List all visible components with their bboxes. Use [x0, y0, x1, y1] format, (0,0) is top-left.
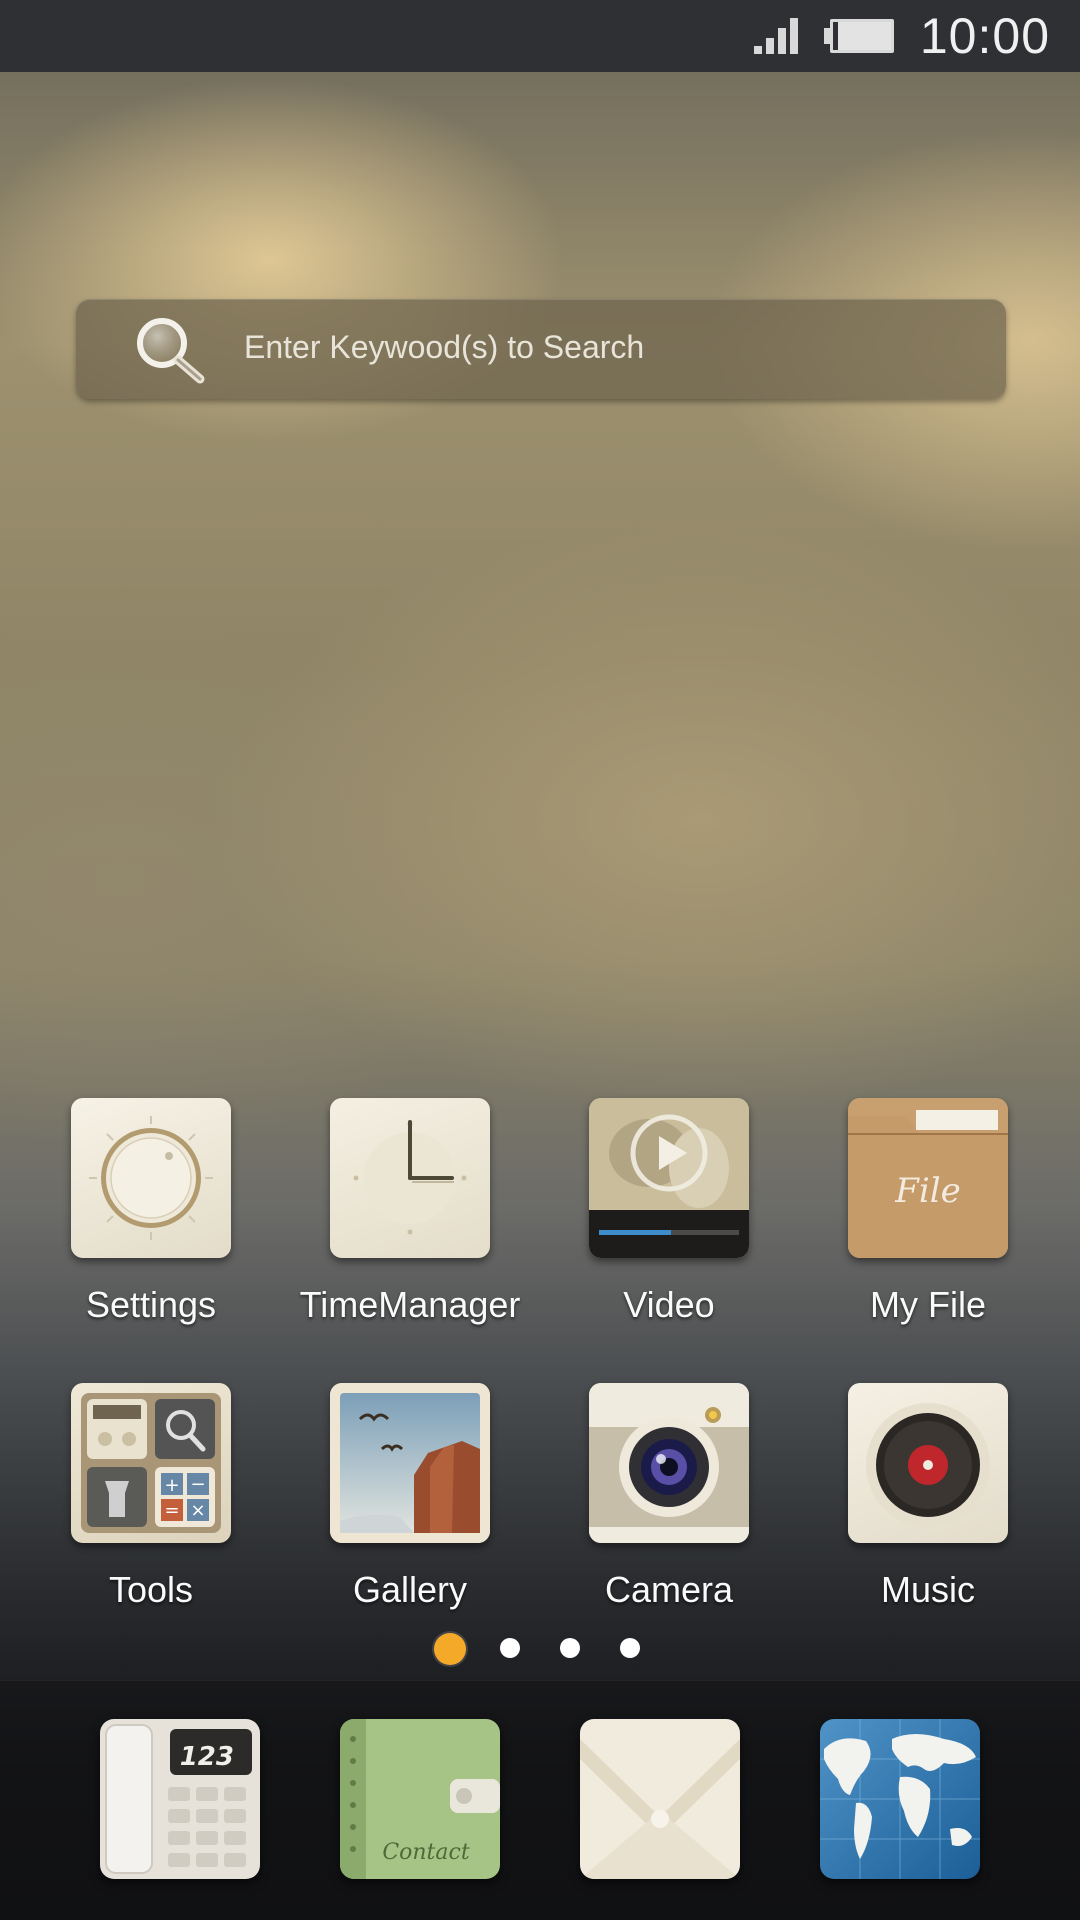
clock-icon: [330, 1098, 490, 1258]
app-timemanager[interactable]: TimeManager: [280, 1098, 540, 1326]
gallery-icon: [330, 1383, 490, 1543]
envelope-icon[interactable]: [580, 1719, 740, 1879]
battery-icon: [823, 19, 894, 53]
app-camera[interactable]: Camera: [539, 1383, 799, 1611]
contacts-icon-text: Contact: [382, 1840, 470, 1865]
app-label: Music: [880, 1569, 975, 1610]
app-label: Video: [623, 1284, 715, 1325]
app-label: My File: [870, 1284, 986, 1325]
phone-icon-text: 123: [180, 1742, 234, 1772]
app-gallery[interactable]: Gallery: [280, 1383, 540, 1611]
contacts-icon[interactable]: Contact: [340, 1719, 500, 1879]
app-video[interactable]: Video: [539, 1098, 799, 1326]
page-dot-1[interactable]: [434, 1633, 466, 1665]
status-bar: 10:00: [0, 0, 1080, 72]
app-label: TimeManager: [299, 1284, 521, 1325]
video-icon: [589, 1098, 749, 1258]
app-my-file[interactable]: File My File: [798, 1098, 1058, 1326]
app-label: Tools: [108, 1569, 194, 1610]
signal-icon: [753, 18, 798, 54]
search-icon: [137, 318, 205, 384]
svg-text:×: ×: [190, 1500, 205, 1521]
settings-icon: [71, 1098, 231, 1258]
folder-icon: File: [848, 1098, 1008, 1258]
status-time: 10:00: [919, 8, 1050, 64]
folder-icon-text: File: [894, 1171, 960, 1211]
globe-icon[interactable]: [820, 1719, 980, 1879]
page-dot-4[interactable]: [620, 1638, 640, 1658]
search-bar[interactable]: Enter Keywood(s) to Search: [76, 299, 1006, 399]
app-label: Camera: [604, 1569, 734, 1610]
search-input[interactable]: Enter Keywood(s) to Search: [244, 329, 644, 366]
app-label: Gallery: [352, 1569, 468, 1610]
page-dot-2[interactable]: [500, 1638, 520, 1658]
phone-icon[interactable]: 123: [100, 1719, 260, 1879]
svg-text:+: +: [164, 1475, 179, 1496]
app-music[interactable]: Music: [798, 1383, 1058, 1611]
tools-icon: + − = ×: [71, 1383, 231, 1543]
svg-text:=: =: [164, 1500, 179, 1521]
svg-text:−: −: [190, 1474, 205, 1495]
page-indicator: [0, 1633, 1080, 1665]
page-dot-3[interactable]: [560, 1638, 580, 1658]
app-label: Settings: [85, 1284, 217, 1325]
app-settings[interactable]: Settings: [21, 1098, 281, 1326]
app-tools[interactable]: + − = × Tools: [21, 1383, 281, 1611]
camera-icon: [589, 1383, 749, 1543]
music-icon: [848, 1383, 1008, 1543]
